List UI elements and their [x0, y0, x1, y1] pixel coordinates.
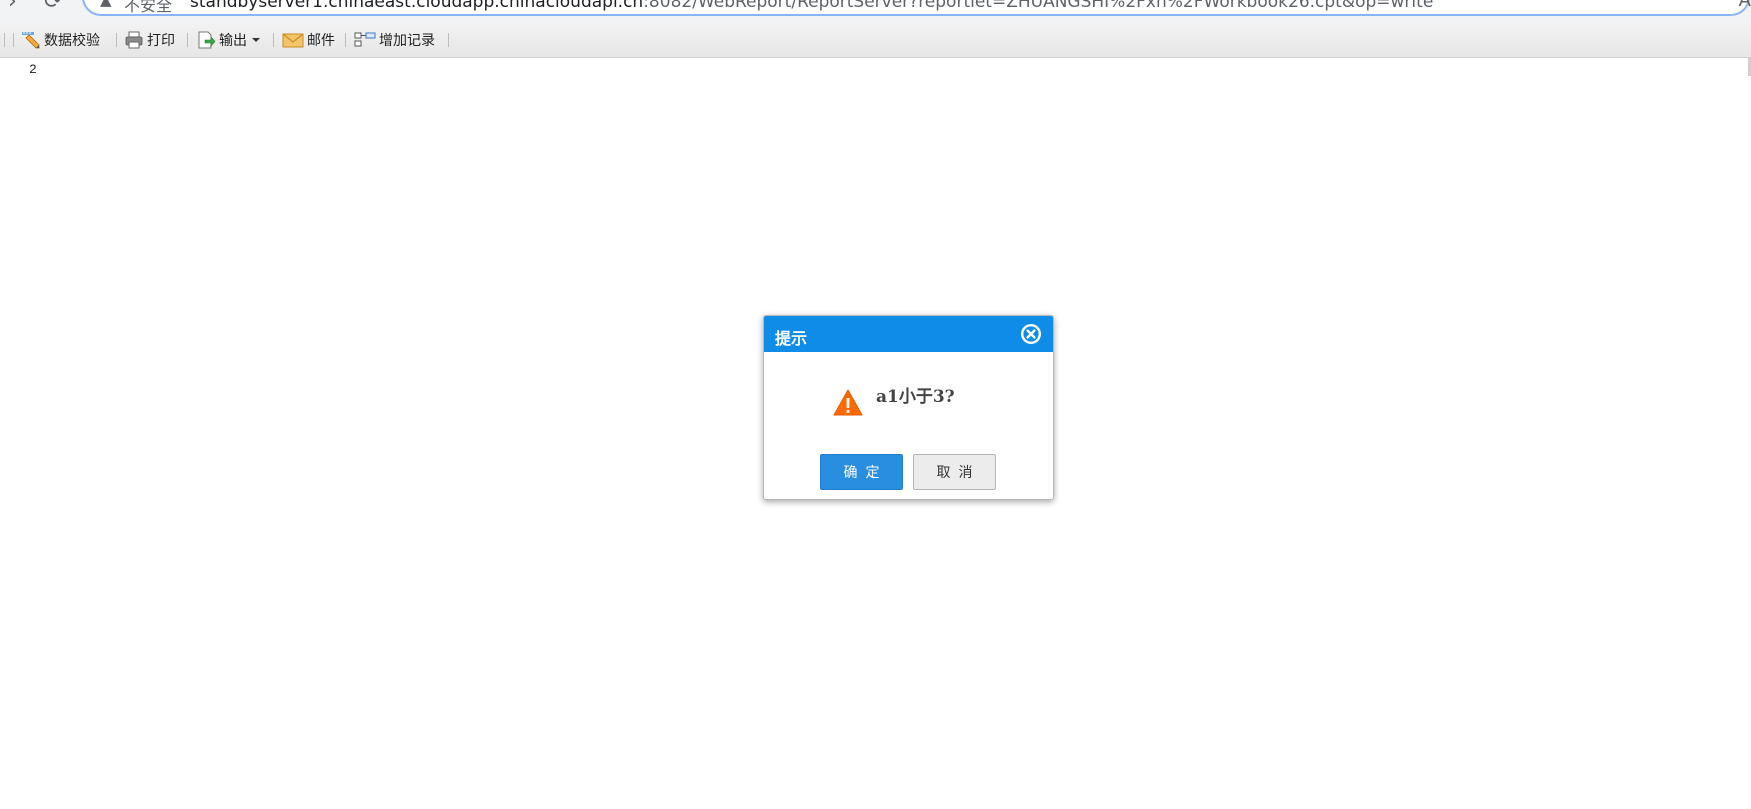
add-record-label: 增加记录: [379, 32, 435, 49]
toolbar-divider: [4, 33, 5, 47]
data-validate-label: 数据校验: [44, 32, 100, 49]
export-label: 输出: [219, 32, 247, 49]
toolbar-divider: [13, 33, 14, 47]
print-button[interactable]: 打印: [124, 22, 175, 57]
url-path: :8082/WebReport/ReportServer?reportlet=Z…: [643, 0, 1434, 12]
security-label[interactable]: 不安全: [124, 0, 172, 16]
toolbar-divider: [345, 33, 346, 47]
print-label: 打印: [147, 32, 175, 49]
translate-icon[interactable]: A: [1739, 0, 1751, 11]
pencil-ruler-icon: [22, 31, 40, 48]
export-button[interactable]: 输出: [196, 22, 260, 57]
cell-a1[interactable]: 2: [29, 62, 37, 77]
dialog-title: 提示: [775, 329, 808, 348]
address-bar[interactable]: ▲ 不安全 standbyserver1.chinaeast.cloudapp.…: [82, 0, 1750, 16]
mail-label: 邮件: [307, 32, 335, 49]
browser-chrome: › ⟳ ▲ 不安全 standbyserver1.chinaeast.cloud…: [0, 0, 1751, 22]
add-record-button[interactable]: 增加记录: [354, 22, 435, 57]
url-text[interactable]: standbyserver1.chinaeast.cloudapp.chinac…: [190, 0, 1433, 12]
add-record-icon: [354, 32, 376, 46]
chevron-down-icon: [252, 37, 260, 42]
confirm-button[interactable]: 确定: [820, 454, 903, 490]
url-host: standbyserver1.chinaeast.cloudapp.chinac…: [190, 0, 644, 12]
dialog-header[interactable]: 提示: [764, 316, 1053, 352]
confirm-dialog: 提示 a1小于3? 确定 取消: [763, 315, 1054, 500]
toolbar-divider: [273, 33, 274, 47]
forward-icon[interactable]: ›: [8, 0, 17, 14]
mail-icon: [282, 33, 304, 47]
cancel-button[interactable]: 取消: [913, 454, 996, 490]
mail-button[interactable]: 邮件: [282, 22, 335, 57]
printer-icon: [125, 31, 143, 48]
toolbar-divider: [448, 33, 449, 47]
data-validate-button[interactable]: 数据校验: [21, 22, 100, 57]
warning-triangle-icon: [833, 389, 863, 416]
toolbar-divider: [187, 33, 188, 47]
report-toolbar: 数据校验 打印 输出 邮件 增加记录: [0, 22, 1751, 58]
export-icon: [198, 31, 216, 48]
close-icon[interactable]: [1020, 323, 1042, 345]
reload-icon[interactable]: ⟳: [44, 0, 62, 14]
dialog-message: a1小于3?: [876, 387, 955, 407]
warning-icon[interactable]: ▲: [100, 0, 112, 9]
toolbar-divider: [116, 33, 117, 47]
